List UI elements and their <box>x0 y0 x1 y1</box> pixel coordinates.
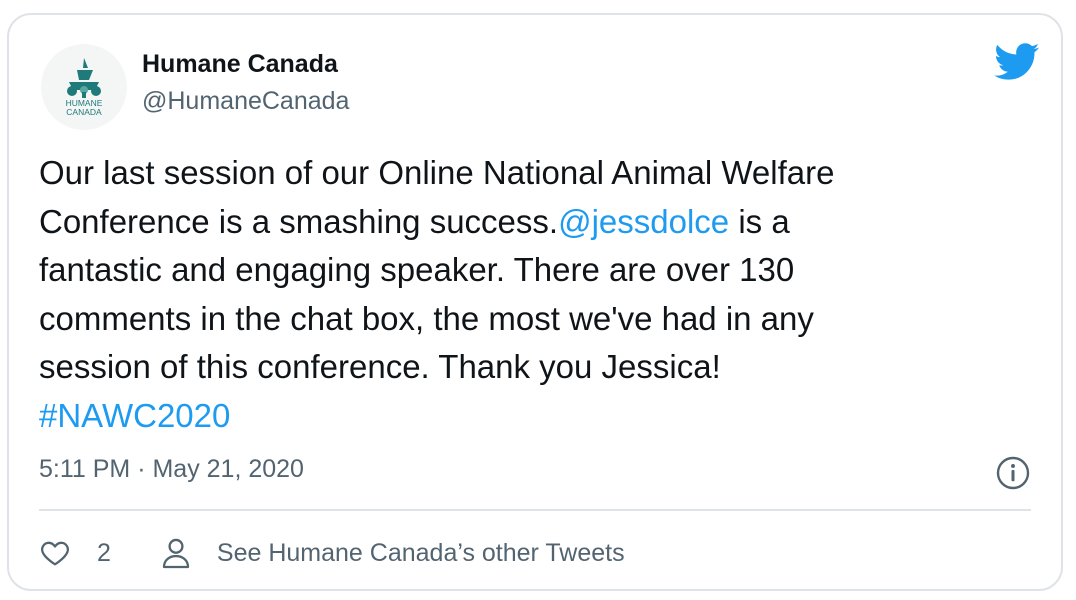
tweet-card: HUMANE CANADA Humane Canada @HumaneCanad… <box>7 13 1063 591</box>
tweet-line-text: is a <box>729 202 790 240</box>
person-icon <box>162 538 190 569</box>
like-count: 2 <box>97 538 111 567</box>
logo-text-canada: CANADA <box>66 107 102 117</box>
hashtag-link[interactable]: #NAWC2020 <box>39 392 1039 441</box>
twitter-bird-icon[interactable] <box>994 43 1040 81</box>
tweet-actions: 2 See Humane Canada’s other Tweets <box>39 533 625 573</box>
divider <box>39 509 1031 511</box>
see-other-tweets-link[interactable]: See Humane Canada’s other Tweets <box>161 537 625 569</box>
tweet-line: Our last session of our Online National … <box>39 154 835 191</box>
tweet-line: comments in the chat box, the most we've… <box>39 299 814 337</box>
tweet-text: Our last session of our Online National … <box>39 149 1039 440</box>
heart-icon <box>41 541 69 566</box>
author-handle[interactable]: @HumaneCanada <box>142 87 349 116</box>
tweet-line: Conference is a smashing success.@jessdo… <box>39 198 1039 247</box>
humane-canada-logo: HUMANE CANADA <box>66 58 103 117</box>
author-display-name[interactable]: Humane Canada <box>142 50 338 79</box>
info-icon[interactable] <box>995 455 1031 491</box>
see-other-tweets-label: See Humane Canada’s other Tweets <box>216 538 625 567</box>
avatar[interactable]: HUMANE CANADA <box>41 44 127 130</box>
mention-link[interactable]: @jessdolce <box>558 203 729 240</box>
tweet-line: fantastic and engaging speaker. There ar… <box>39 251 795 288</box>
tweet-line: session of this conference. Thank you Je… <box>39 348 721 385</box>
tweet-timestamp[interactable]: 5:11 PM · May 21, 2020 <box>39 455 304 484</box>
like-button[interactable]: 2 <box>39 537 111 569</box>
tweet-line-text: Conference is a smashing success. <box>39 202 559 240</box>
